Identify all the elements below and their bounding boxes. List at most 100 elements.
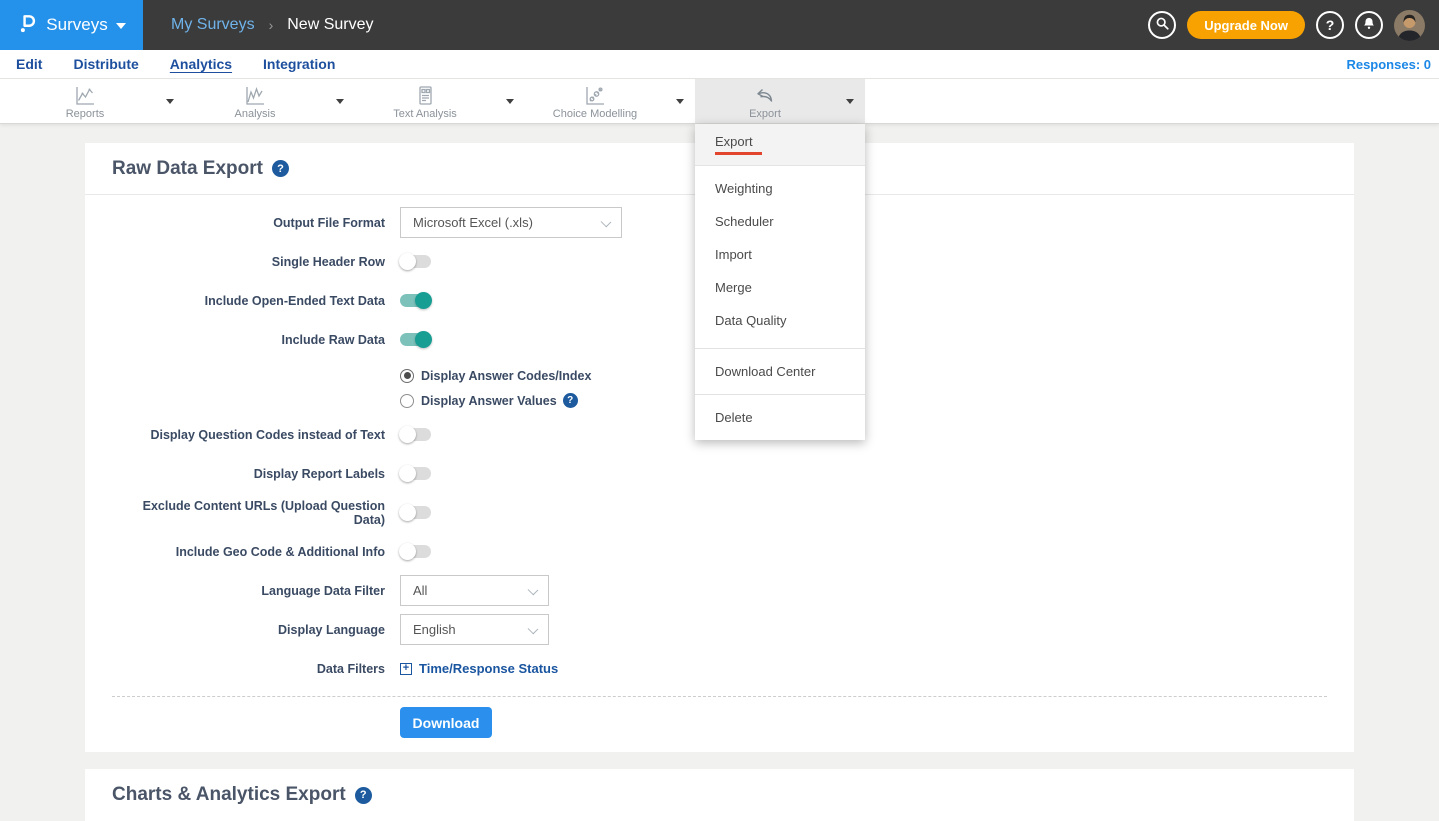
analytics-toolbar: Reports Analysis Text Analysis	[0, 79, 1439, 124]
form-row-exclude-urls: Exclude Content URLs (Upload Question Da…	[112, 497, 1327, 528]
include-open-ended-toggle[interactable]	[400, 294, 431, 307]
question-mark-icon: ?	[1326, 17, 1335, 33]
analysis-button[interactable]: Analysis	[185, 79, 325, 123]
toggle-knob	[415, 331, 432, 348]
menu-item-label: Import	[715, 247, 752, 262]
help-icon[interactable]	[272, 160, 289, 177]
single-header-row-toggle[interactable]	[400, 255, 431, 268]
radio-unselected-icon	[400, 394, 414, 408]
toolbar-group-choice-modelling: Choice Modelling	[525, 79, 695, 123]
export-arrow-icon	[753, 85, 777, 107]
questionpro-logo-icon	[17, 12, 38, 39]
menu-item-download-center[interactable]: Download Center	[695, 349, 865, 394]
chevron-down-icon	[846, 99, 854, 104]
help-button[interactable]: ?	[1316, 11, 1344, 39]
form-row-geo-code: Include Geo Code & Additional Info	[112, 536, 1327, 567]
display-question-codes-toggle[interactable]	[400, 428, 431, 441]
filter-link-label: Time/Response Status	[419, 661, 558, 676]
tab-integration[interactable]: Integration	[263, 56, 335, 72]
time-response-status-link[interactable]: Time/Response Status	[400, 661, 558, 676]
menu-item-label: Delete	[715, 410, 753, 425]
product-switcher[interactable]: Surveys	[0, 0, 143, 50]
notifications-button[interactable]	[1355, 11, 1383, 39]
form-row-report-labels: Display Report Labels	[112, 458, 1327, 489]
analysis-dropdown-toggle[interactable]	[325, 79, 355, 123]
field-label: Include Open-Ended Text Data	[112, 294, 385, 308]
toggle-knob	[399, 253, 416, 270]
menu-item-scheduler[interactable]: Scheduler	[695, 205, 865, 238]
menu-item-import[interactable]: Import	[695, 238, 865, 271]
toolbar-item-label: Export	[749, 108, 781, 120]
reports-button[interactable]: Reports	[15, 79, 155, 123]
include-raw-data-toggle[interactable]	[400, 333, 431, 346]
breadcrumb-my-surveys[interactable]: My Surveys	[171, 16, 255, 34]
form-row-data-filters: Data Filters Time/Response Status	[112, 653, 1327, 684]
output-file-format-select[interactable]: Microsoft Excel (.xls)	[400, 207, 622, 238]
chevron-down-icon	[336, 99, 344, 104]
expand-plus-icon	[400, 663, 412, 675]
toggle-knob	[399, 543, 416, 560]
radio-label: Display Answer Codes/Index	[421, 369, 591, 383]
chevron-down-icon	[601, 217, 612, 228]
panel-header: Charts & Analytics Export	[85, 769, 1354, 821]
menu-item-label: Export	[715, 134, 753, 149]
menu-item-label: Weighting	[715, 181, 773, 196]
menu-item-label: Scheduler	[715, 214, 774, 229]
tab-analytics[interactable]: Analytics	[170, 56, 232, 72]
menu-item-export[interactable]: Export	[695, 124, 865, 166]
toolbar-item-label: Reports	[66, 108, 105, 120]
menu-item-label: Merge	[715, 280, 752, 295]
menu-item-weighting[interactable]: Weighting	[695, 172, 865, 205]
menu-item-delete[interactable]: Delete	[695, 395, 865, 440]
download-button[interactable]: Download	[400, 707, 492, 738]
tab-edit[interactable]: Edit	[16, 56, 42, 72]
toolbar-group-export: Export	[695, 79, 865, 123]
choice-modelling-button[interactable]: Choice Modelling	[525, 79, 665, 123]
toolbar-group-reports: Reports	[15, 79, 185, 123]
analysis-chart-icon	[243, 85, 267, 107]
field-label: Language Data Filter	[112, 584, 385, 598]
user-avatar[interactable]	[1394, 10, 1425, 41]
search-button[interactable]	[1148, 11, 1176, 39]
menu-item-data-quality[interactable]: Data Quality	[695, 304, 865, 337]
choice-modelling-dropdown-toggle[interactable]	[665, 79, 695, 123]
menu-item-merge[interactable]: Merge	[695, 271, 865, 304]
active-item-underline	[715, 152, 762, 155]
responses-count: Responses: 0	[1346, 57, 1431, 72]
export-dropdown-toggle[interactable]	[835, 79, 865, 123]
text-analysis-button[interactable]: Text Analysis	[355, 79, 495, 123]
radio-selected-icon	[400, 369, 414, 383]
chevron-down-icon	[166, 99, 174, 104]
form-row-display-language: Display Language English	[112, 614, 1327, 645]
scatter-chart-icon	[583, 85, 607, 107]
reports-dropdown-toggle[interactable]	[155, 79, 185, 123]
menu-item-label: Download Center	[715, 364, 815, 379]
display-report-labels-toggle[interactable]	[400, 467, 431, 480]
include-geo-code-toggle[interactable]	[400, 545, 431, 558]
menu-item-label: Data Quality	[715, 313, 787, 328]
tab-distribute[interactable]: Distribute	[73, 56, 138, 72]
toggle-knob	[399, 465, 416, 482]
breadcrumb-current-survey: New Survey	[287, 16, 373, 34]
field-label: Include Raw Data	[112, 333, 385, 347]
selected-value: Microsoft Excel (.xls)	[413, 215, 533, 230]
field-label: Display Question Codes instead of Text	[112, 428, 385, 442]
export-button[interactable]: Export	[695, 79, 835, 123]
upgrade-now-button[interactable]: Upgrade Now	[1187, 11, 1305, 39]
display-language-select[interactable]: English	[400, 614, 549, 645]
selected-value: All	[413, 583, 427, 598]
breadcrumb-separator: ›	[269, 17, 274, 33]
search-icon	[1155, 16, 1170, 34]
line-chart-icon	[73, 85, 97, 107]
exclude-content-urls-toggle[interactable]	[400, 506, 431, 519]
help-icon[interactable]	[563, 393, 578, 408]
text-analysis-dropdown-toggle[interactable]	[495, 79, 525, 123]
charts-analytics-export-panel: Charts & Analytics Export	[85, 769, 1354, 821]
top-bar: Surveys My Surveys › New Survey Upgrade …	[0, 0, 1439, 50]
field-label: Data Filters	[112, 662, 385, 676]
help-icon[interactable]	[355, 787, 372, 804]
toggle-knob	[399, 426, 416, 443]
toolbar-item-label: Analysis	[235, 108, 276, 120]
chevron-down-icon	[506, 99, 514, 104]
language-data-filter-select[interactable]: All	[400, 575, 549, 606]
